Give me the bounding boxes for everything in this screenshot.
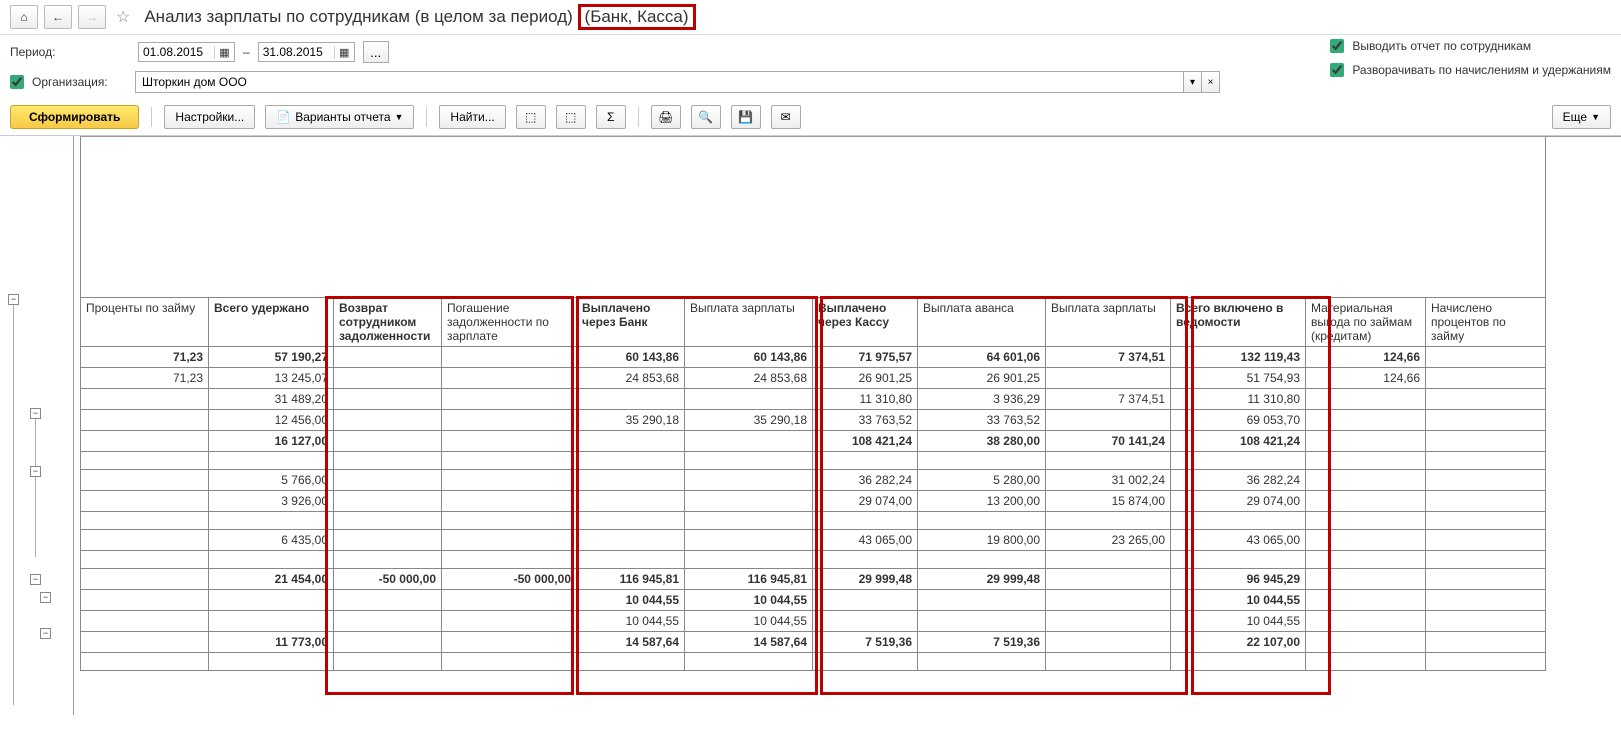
column-header: Выплачено через Кассу — [813, 297, 918, 346]
home-button[interactable]: ⌂ — [10, 5, 38, 29]
find-button[interactable]: Найти... — [439, 105, 505, 129]
date-to-wrap[interactable]: ▦ — [258, 42, 355, 62]
table-row: 71,2313 245,0724 853,6824 853,6826 901,2… — [81, 367, 1546, 388]
org-input[interactable] — [135, 71, 1184, 93]
email-button[interactable]: ✉ — [771, 105, 801, 129]
variants-button[interactable]: 📄Варианты отчета ▼ — [265, 105, 414, 129]
page-title: Анализ зарплаты по сотрудникам (в целом … — [144, 7, 572, 26]
table-row: 10 044,5510 044,5510 044,55 — [81, 589, 1546, 610]
calendar-icon[interactable]: ▦ — [214, 46, 234, 59]
calendar-icon[interactable]: ▦ — [334, 46, 354, 59]
save-button[interactable]: 💾 — [731, 105, 761, 129]
expander[interactable]: − — [30, 466, 41, 477]
column-header: Проценты по займу — [81, 297, 209, 346]
expander[interactable]: − — [8, 294, 19, 305]
column-header: Погашение задолженности по зарплате — [442, 297, 577, 346]
print-button[interactable]: 🖨 — [651, 105, 681, 129]
date-from-input[interactable] — [139, 43, 214, 61]
opt-expand-checkbox[interactable] — [1330, 63, 1344, 77]
date-to-input[interactable] — [259, 43, 334, 61]
table-row: 12 456,0035 290,1835 290,1833 763,5233 7… — [81, 409, 1546, 430]
date-from-wrap[interactable]: ▦ — [138, 42, 235, 62]
period-picker-button[interactable]: ... — [363, 41, 389, 63]
column-header: Начислено процентов по займу — [1426, 297, 1546, 346]
report-table: Проценты по займуВсего удержаноВозврат с… — [80, 137, 1546, 671]
more-button[interactable]: Еще ▼ — [1552, 105, 1611, 129]
table-row: 3 926,0029 074,0013 200,0015 874,0029 07… — [81, 490, 1546, 511]
column-header: Выплата зарплаты — [1046, 297, 1171, 346]
column-header: Всего удержано — [209, 297, 334, 346]
period-label: Период: — [10, 45, 130, 59]
table-row: 11 773,0014 587,6414 587,647 519,367 519… — [81, 631, 1546, 652]
column-header: Материальная выгода по займам (кредитам) — [1306, 297, 1426, 346]
collapse-all-button[interactable]: ⬚ — [556, 105, 586, 129]
org-label: Организация: — [32, 75, 127, 89]
date-separator: – — [243, 45, 250, 59]
org-clear-button[interactable]: × — [1202, 71, 1220, 93]
table-row: 71,2357 190,2760 143,8660 143,8671 975,5… — [81, 346, 1546, 367]
column-header: Возврат сотрудником задолженности — [334, 297, 442, 346]
table-row: 16 127,00108 421,2438 280,0070 141,24108… — [81, 430, 1546, 451]
sum-button[interactable]: Σ — [596, 105, 626, 129]
favorite-icon[interactable]: ☆ — [116, 7, 130, 27]
opt-employees-checkbox[interactable] — [1330, 39, 1344, 53]
table-row — [81, 511, 1546, 529]
forward-button[interactable]: → — [78, 5, 106, 29]
table-row: 10 044,5510 044,5510 044,55 — [81, 610, 1546, 631]
org-checkbox[interactable] — [10, 75, 24, 89]
table-row — [81, 550, 1546, 568]
expander[interactable]: − — [30, 408, 41, 419]
expand-all-button[interactable]: ⬚ — [516, 105, 546, 129]
expander[interactable]: − — [30, 574, 41, 585]
column-header: Всего включено в ведомости — [1171, 297, 1306, 346]
table-row — [81, 451, 1546, 469]
table-row: 31 489,2011 310,803 936,297 374,5111 310… — [81, 388, 1546, 409]
preview-button[interactable]: 🔍 — [691, 105, 721, 129]
table-row: 6 435,0043 065,0019 800,0023 265,0043 06… — [81, 529, 1546, 550]
table-row — [81, 652, 1546, 670]
org-dropdown-button[interactable]: ▾ — [1184, 71, 1202, 93]
back-button[interactable]: ← — [44, 5, 72, 29]
expander[interactable]: − — [40, 628, 51, 639]
column-header: Выплата аванса — [918, 297, 1046, 346]
table-row: 5 766,0036 282,245 280,0031 002,2436 282… — [81, 469, 1546, 490]
settings-button[interactable]: Настройки... — [164, 105, 255, 129]
expander[interactable]: − — [40, 592, 51, 603]
generate-button[interactable]: Сформировать — [10, 105, 139, 129]
page-title-suffix: (Банк, Касса) — [578, 4, 696, 30]
column-header: Выплата зарплаты — [685, 297, 813, 346]
tree-outline: − − − − − − — [4, 136, 74, 715]
column-header: Выплачено через Банк — [577, 297, 685, 346]
opt-employees-label: Выводить отчет по сотрудникам — [1352, 39, 1531, 53]
table-row: 21 454,00-50 000,00-50 000,00116 945,811… — [81, 568, 1546, 589]
opt-expand-label: Разворачивать по начислениям и удержания… — [1352, 63, 1611, 77]
